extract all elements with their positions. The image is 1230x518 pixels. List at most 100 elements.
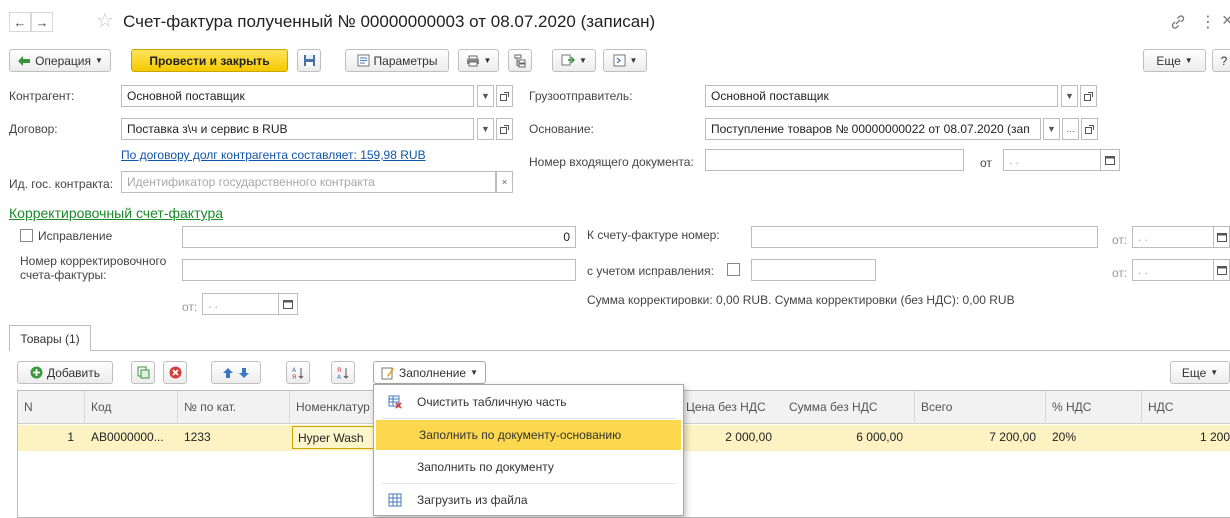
calendar-icon[interactable] [1213,226,1230,248]
close-icon[interactable]: × [1222,10,1230,31]
more-button[interactable]: Еще ▼ [1143,49,1206,72]
s-uchetom-label: с учетом исправления: [587,264,714,278]
column-header[interactable]: НДС [1142,391,1230,424]
k-schetu-date-field[interactable]: . . [1132,226,1214,248]
copy-row-button[interactable] [131,361,155,384]
s-uchetom-date-field[interactable]: . . [1132,259,1214,281]
gruzootpr-label: Грузоотправитель: [529,89,633,103]
favorite-star-icon[interactable]: ☆ [96,8,114,33]
arrow-down-icon[interactable] [238,367,250,379]
open-icon[interactable] [496,118,513,140]
dogovor-label: Договор: [9,122,58,136]
ispravlenie-label: Исправление [38,229,113,243]
osnovanie-field[interactable]: Поступление товаров № 00000000022 от 08.… [705,118,1041,140]
operation-icon [17,55,31,67]
column-header[interactable]: Сумма без НДС [783,391,915,424]
ispravlenie-checkbox[interactable] [20,229,33,242]
table-more-button[interactable]: Еще ▼ [1170,361,1230,384]
menu-item-load-from-file[interactable]: Загрузить из файла [374,485,683,515]
forward-button[interactable]: → [31,12,53,32]
row-total: 7 200,00 [989,430,1036,444]
s-uchetom-checkbox[interactable] [727,263,740,276]
create-based-icon [561,54,576,67]
select-icon[interactable]: … [1062,118,1079,140]
dogovor-field[interactable]: Поставка з\ч и сервис в RUB [121,118,474,140]
column-header[interactable]: N [18,391,85,424]
reports-button[interactable]: ▼ [603,49,647,72]
calendar-icon[interactable] [278,293,298,315]
svg-text:А: А [337,374,342,380]
s-uchetom-field[interactable] [751,259,876,281]
incoming-date-label: от [980,156,992,170]
dropdown-icon[interactable]: ▼ [1061,85,1078,107]
incoming-number-label: Номер входящего документа: [529,155,694,169]
sort-desc-button[interactable]: ЯА [331,361,355,384]
sort-asc-button[interactable]: АЯ [286,361,310,384]
clear-icon[interactable]: × [496,171,513,193]
print-button[interactable]: ▼ [458,49,499,72]
k-schetu-field[interactable] [751,226,1098,248]
chevron-down-icon: ▼ [95,56,103,65]
tab-goods[interactable]: Товары (1) [9,325,91,351]
row-code: AB0000000... [91,430,164,444]
column-header[interactable]: № по кат. [178,391,290,424]
gruzootpr-field[interactable]: Основной поставщик [705,85,1058,107]
calendar-icon[interactable] [1100,149,1120,171]
korr-date-field[interactable]: . . [202,293,279,315]
move-row-buttons[interactable] [211,361,261,384]
sort-ascending-icon: АЯ [291,366,305,380]
open-icon[interactable] [1081,118,1098,140]
column-header[interactable]: Всего [915,391,1046,424]
add-row-button[interactable]: Добавить [17,361,113,384]
gos-contract-label: Ид. гос. контракта: [9,177,114,191]
column-header[interactable]: Номенклатур [290,391,376,424]
row-nomenclature[interactable]: Hyper Wash [292,426,376,449]
arrow-up-icon[interactable] [222,367,234,379]
chevron-down-icon: ▼ [629,56,638,65]
kontragent-label: Контрагент: [9,89,75,103]
delete-icon [169,366,182,379]
ispravlenie-number-field[interactable]: 0 [182,226,576,248]
dropdown-icon[interactable]: ▼ [477,85,494,107]
parameters-icon [357,54,370,67]
open-icon[interactable] [1080,85,1097,107]
column-header[interactable]: Код [85,391,178,424]
tab-divider [9,350,1230,351]
delete-row-button[interactable] [163,361,187,384]
operation-button[interactable]: Операция ▼ [9,49,111,72]
correction-section-title[interactable]: Корректировочный счет-фактура [9,205,223,221]
reports-icon [613,54,626,67]
row-number: 1 [67,430,74,444]
k-schetu-label: К счету-фактуре номер: [587,228,720,242]
parameters-button[interactable]: Параметры [345,49,449,72]
create-based-on-button[interactable]: ▼ [552,49,596,72]
menu-item-fill-by-base-document[interactable]: Заполнить по документу-основанию [376,420,681,450]
menu-item-clear-table[interactable]: Очистить табличную часть [374,387,683,417]
nomer-korr-field[interactable] [182,259,576,281]
kontragent-field[interactable]: Основной поставщик [121,85,474,107]
open-icon[interactable] [496,85,513,107]
incoming-number-field[interactable] [705,149,964,171]
debt-link[interactable]: По договору долг контрагента составляет:… [121,148,426,162]
gos-contract-field[interactable]: Идентификатор государственного контракта [121,171,496,193]
calendar-icon[interactable] [1213,259,1230,281]
chevron-down-icon: ▼ [470,368,479,377]
osnovanie-label: Основание: [529,122,594,136]
help-button[interactable]: ? [1212,49,1230,72]
back-button[interactable]: ← [9,12,31,32]
clear-table-icon [388,395,402,409]
post-and-close-button[interactable]: Провести и закрыть [131,49,288,72]
structure-button[interactable] [508,49,532,72]
row-catalog-number: 1233 [184,430,211,444]
column-header[interactable]: % НДС [1046,391,1142,424]
dropdown-icon[interactable]: ▼ [477,118,494,140]
fill-menu-button[interactable]: Заполнение ▼ [373,361,486,384]
more-vertical-icon[interactable]: ⋮ [1200,12,1216,32]
menu-item-fill-by-document[interactable]: Заполнить по документу [374,452,683,482]
dropdown-icon[interactable]: ▼ [1043,118,1060,140]
svg-text:Я: Я [337,367,341,374]
link-icon[interactable] [1170,14,1186,30]
save-button[interactable] [297,49,321,72]
incoming-date-field[interactable]: . . [1003,149,1101,171]
row-vat-percent: 20% [1052,430,1077,444]
